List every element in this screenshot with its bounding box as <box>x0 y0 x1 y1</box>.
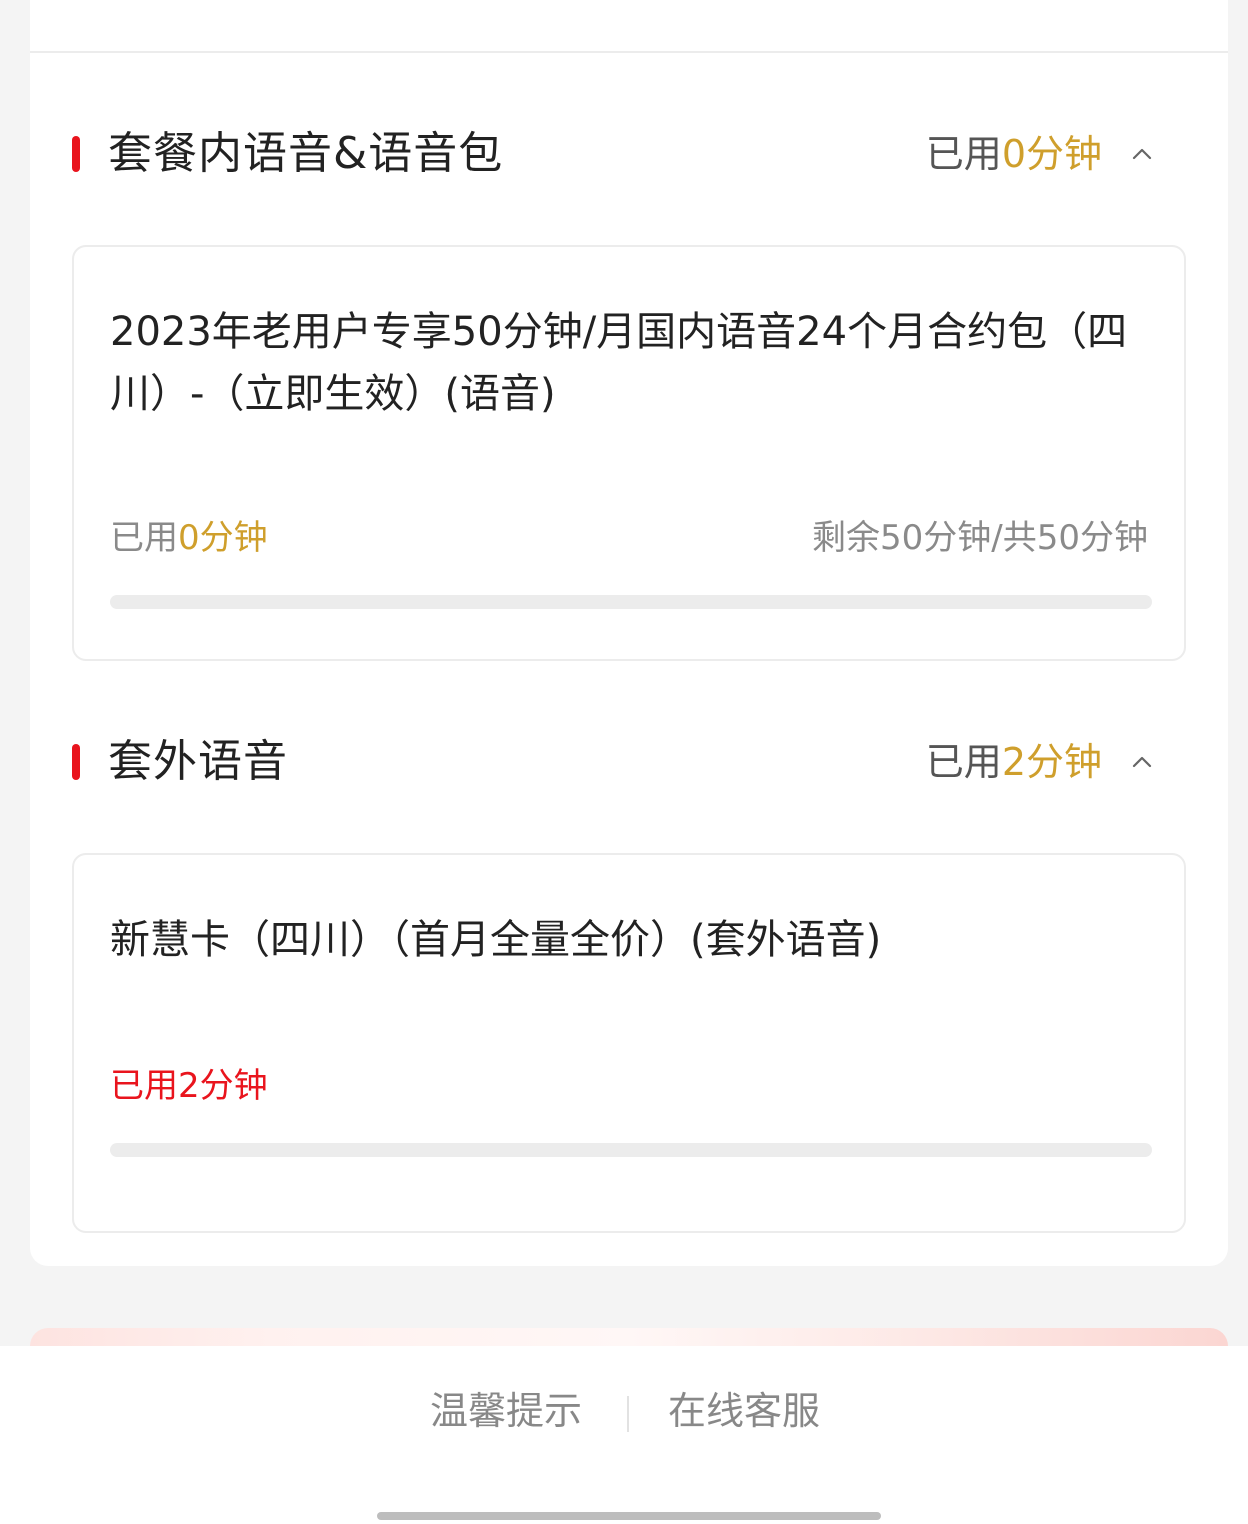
section-header-extra-voice[interactable]: 套外语音 已用2分钟 <box>30 732 1228 792</box>
usage-progress-bar <box>110 595 1152 609</box>
chevron-up-icon[interactable] <box>1130 750 1154 774</box>
section-header-package-voice[interactable]: 套餐内语音&语音包 已用0分钟 <box>30 124 1228 184</box>
section-title: 套外语音 <box>108 736 288 787</box>
footer: 温馨提示 在线客服 <box>0 1346 1248 1524</box>
divider <box>30 51 1228 53</box>
section-usage-summary: 已用2分钟 <box>926 732 1102 792</box>
voice-usage-page: 套餐内语音&语音包 已用0分钟 2023年老用户专享50分钟/月国内语音24个月… <box>0 0 1248 1524</box>
voice-usage-card: 套餐内语音&语音包 已用0分钟 2023年老用户专享50分钟/月国内语音24个月… <box>30 0 1228 1266</box>
footer-divider <box>627 1396 629 1432</box>
item-used: 已用2分钟 <box>110 1066 268 1106</box>
home-indicator[interactable] <box>377 1512 881 1520</box>
decorative-banner-edge <box>30 1328 1228 1348</box>
item-used-value: 0分钟 <box>178 518 268 558</box>
summary-prefix: 已用 <box>925 132 1002 176</box>
section-title: 套餐内语音&语音包 <box>108 128 504 179</box>
chevron-up-icon[interactable] <box>1130 142 1154 166</box>
item-name: 新慧卡（四川）（首月全量全价）(套外语音) <box>110 917 882 963</box>
online-service-link[interactable]: 在线客服 <box>668 1386 820 1436</box>
section-usage-summary: 已用0分钟 <box>926 124 1102 184</box>
item-used: 已用0分钟 <box>110 515 268 561</box>
item-name: 2023年老用户专享50分钟/月国内语音24个月合约包（四川）-（立即生效）(语… <box>110 309 1128 417</box>
usage-progress-bar <box>110 1143 1152 1157</box>
summary-prefix: 已用 <box>925 740 1002 784</box>
section-accent-bar <box>72 744 80 780</box>
section-accent-bar <box>72 136 80 172</box>
usage-item-card: 2023年老用户专享50分钟/月国内语音24个月合约包（四川）-（立即生效）(语… <box>72 245 1186 661</box>
summary-value: 0分钟 <box>1001 132 1102 176</box>
item-used-prefix: 已用 <box>110 518 178 558</box>
warm-tips-link[interactable]: 温馨提示 <box>430 1386 582 1436</box>
item-remaining: 剩余50分钟/共50分钟 <box>812 518 1148 558</box>
usage-item-card: 新慧卡（四川）（首月全量全价）(套外语音) 已用2分钟 <box>72 853 1186 1233</box>
summary-value: 2分钟 <box>1001 740 1102 784</box>
